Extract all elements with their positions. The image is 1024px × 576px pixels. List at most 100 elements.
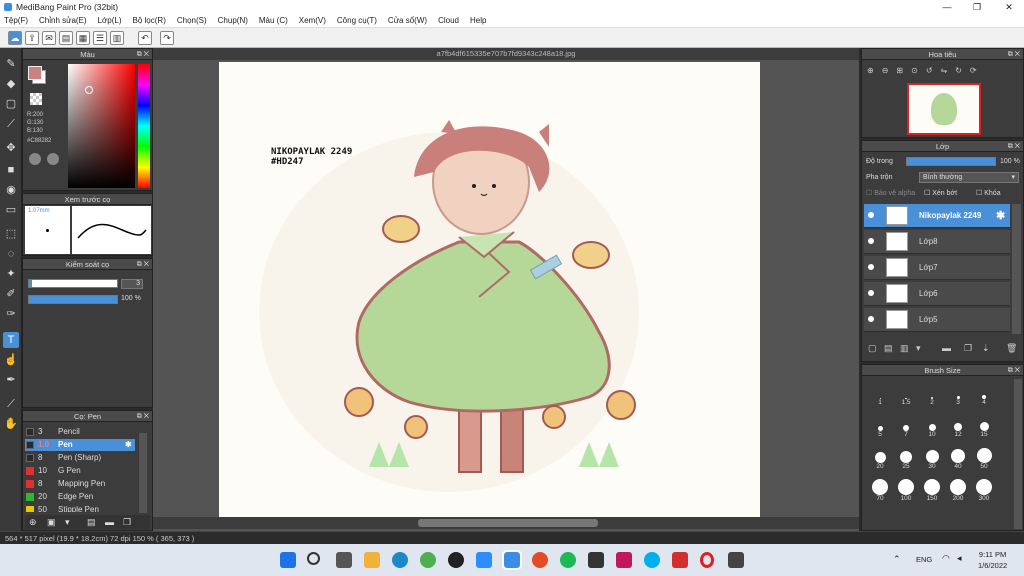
zoom-in-icon[interactable]: ⊕ (867, 66, 882, 75)
bucket-tool-icon[interactable]: ◉ (3, 182, 19, 198)
menu-cloud[interactable]: Cloud (438, 16, 459, 25)
brush-size-option[interactable]: 7 (893, 413, 919, 439)
brush-size-option[interactable]: 50 (971, 445, 997, 471)
brush-opacity-slider[interactable] (28, 295, 118, 304)
menu-color[interactable]: Màu (C) (259, 16, 288, 25)
brush-size-option[interactable]: 25 (893, 445, 919, 471)
clock[interactable]: 9:11 PM 1/6/2022 (978, 549, 1007, 571)
new-halftone-layer-icon[interactable]: ▤ (884, 343, 893, 354)
brush-size-option[interactable]: 3 (945, 381, 971, 407)
fit-icon[interactable]: ⊞ (896, 66, 911, 75)
brush-item[interactable]: 50 Stipple Pen (25, 504, 135, 512)
reset-view-icon[interactable]: ⟳ (970, 66, 985, 75)
brush-item[interactable]: 10 G Pen (25, 465, 135, 477)
menu-window[interactable]: Cửa sổ(W) (388, 16, 427, 25)
app-icon-pink[interactable] (616, 552, 632, 568)
windows-start-icon[interactable] (280, 552, 296, 568)
add-brush-icon[interactable]: ⊕ (29, 517, 37, 528)
color-picker-icon[interactable] (47, 153, 59, 165)
brush-size-option[interactable]: 300 (971, 477, 997, 503)
app-icon-dark[interactable] (448, 552, 464, 568)
app-icon-green[interactable] (420, 552, 436, 568)
brush-item[interactable]: 8 Pen (Sharp) (25, 452, 135, 464)
layer-scrollbar[interactable] (1012, 204, 1021, 334)
zoom-reset-icon[interactable]: ⊙ (911, 66, 926, 75)
lasso-tool-icon[interactable]: ◌ (3, 246, 19, 262)
chevron-up-icon[interactable]: ⌃ (893, 554, 901, 565)
visibility-eye-icon[interactable] (868, 290, 874, 296)
volume-icon[interactable]: ◂ (957, 553, 962, 564)
layer-opacity-slider[interactable] (906, 157, 996, 166)
visibility-eye-icon[interactable] (868, 212, 874, 218)
select-pen-tool-icon[interactable]: ✐ (3, 286, 19, 302)
media-player-icon[interactable] (588, 552, 604, 568)
color-cursor[interactable] (85, 86, 93, 94)
layer-folder-icon[interactable]: ▬ (942, 343, 951, 353)
transparent-swatch[interactable] (30, 93, 42, 105)
eraser-tool-icon[interactable]: ◆ (3, 76, 19, 92)
delete-layer-icon[interactable]: 🗑 (1006, 343, 1017, 354)
text-tool-icon[interactable]: T (3, 332, 19, 348)
new-layer-icon[interactable]: ▢ (868, 343, 877, 354)
language-indicator[interactable]: ENG (916, 555, 932, 564)
opera-icon[interactable] (700, 552, 714, 568)
skype-icon[interactable] (644, 552, 660, 568)
brush-copy-icon[interactable]: ❐ (123, 517, 131, 528)
redo-icon[interactable]: ↷ (160, 31, 174, 45)
menu-edit[interactable]: Chỉnh sửa(E) (39, 16, 87, 25)
panel-close-icon[interactable]: ⧉ ✕ (1008, 365, 1020, 376)
dropper-tool-icon[interactable]: ✒ (3, 372, 19, 388)
protect-alpha-checkbox[interactable]: ☐ Bảo vệ alpha (866, 189, 915, 197)
chrome-icon[interactable] (532, 552, 548, 568)
edge-icon[interactable] (392, 552, 408, 568)
undo-icon[interactable]: ↶ (138, 31, 152, 45)
import-brush-icon[interactable]: ▣ (47, 517, 56, 528)
pages-icon[interactable]: ▦ (76, 31, 90, 45)
panel-close-icon[interactable]: ⧉ ✕ (1008, 141, 1020, 152)
maximize-button[interactable]: ❐ (962, 0, 992, 14)
brush-size-option[interactable]: 2 (919, 381, 945, 407)
search-icon[interactable] (307, 552, 320, 565)
menu-help[interactable]: Help (470, 16, 486, 25)
close-button[interactable]: ✕ (994, 0, 1024, 14)
brush-page-icon[interactable]: ▤ (87, 517, 96, 528)
visibility-eye-icon[interactable] (868, 238, 874, 244)
divide-tool-icon[interactable]: ⟋ (3, 396, 19, 412)
panel-close-icon[interactable]: ⧉ ✕ (1008, 49, 1020, 60)
brush-size-option[interactable]: 5 (867, 413, 893, 439)
brush-options-icon[interactable]: ▾ (65, 517, 70, 528)
brush-size-option[interactable]: 150 (919, 477, 945, 503)
dot-tool-icon[interactable]: ▢ (3, 96, 19, 112)
zoom-icon[interactable] (476, 552, 492, 568)
select-eraser-tool-icon[interactable]: ✑ (3, 306, 19, 322)
brush-size-option[interactable]: 100 (893, 477, 919, 503)
spotify-icon[interactable] (560, 552, 576, 568)
brush-item[interactable]: 20 Edge Pen (25, 491, 135, 503)
rotate-right-icon[interactable]: ↻ (955, 66, 970, 75)
horizontal-scrollbar[interactable] (153, 517, 859, 529)
app-icon-red[interactable] (672, 552, 688, 568)
clipping-checkbox[interactable]: ☐ Xén bớt (924, 189, 957, 197)
operation-tool-icon[interactable]: ☝ (3, 352, 19, 368)
line-tool-icon[interactable]: ⟋ (3, 116, 19, 132)
lock-checkbox[interactable]: ☐ Khóa (976, 189, 1001, 197)
brush-item-selected[interactable]: 1.0 Pen ✱ (25, 439, 135, 451)
brush-size-scrollbar[interactable] (1014, 379, 1022, 529)
menu-file[interactable]: Tệp(F) (4, 16, 28, 25)
list-icon[interactable]: ☰ (93, 31, 107, 45)
move-tool-icon[interactable]: ✥ (3, 140, 19, 156)
document-tab[interactable]: a7fb4df615335e707b7fd9343c248a18.jpg (153, 48, 859, 60)
brush-size-option[interactable]: 200 (945, 477, 971, 503)
zoom-out-icon[interactable]: ⊖ (882, 66, 897, 75)
brush-size-slider[interactable] (28, 279, 118, 288)
hue-slider[interactable] (138, 64, 150, 188)
menu-filter[interactable]: Bộ lọc(R) (133, 16, 166, 25)
scroll-thumb[interactable] (418, 519, 598, 527)
layer-row[interactable]: Lớp8 (864, 230, 1010, 254)
page-icon[interactable]: ▤ (59, 31, 73, 45)
minimize-button[interactable]: — (932, 0, 962, 14)
panel-close-icon[interactable]: ⧉ ✕ (137, 259, 149, 270)
menu-view[interactable]: Xem(V) (299, 16, 326, 25)
brush-tool-icon[interactable]: ✎ (3, 56, 19, 72)
flip-icon[interactable]: ⇋ (941, 66, 956, 75)
